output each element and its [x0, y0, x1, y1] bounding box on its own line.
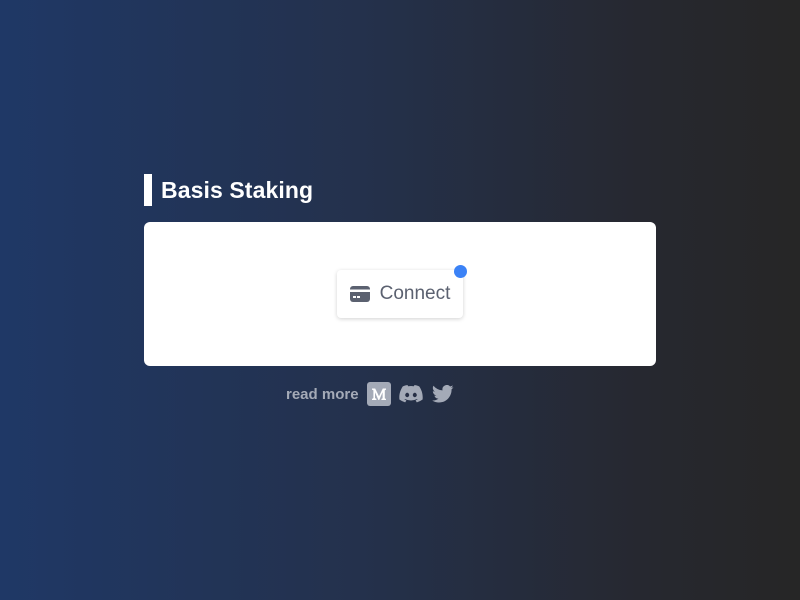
medium-icon[interactable] [366, 382, 391, 406]
connect-label: Connect [379, 283, 451, 304]
twitter-icon[interactable] [431, 382, 455, 406]
wallet-card-icon [349, 286, 370, 302]
footer-links: read more [286, 382, 463, 406]
connect-button[interactable]: Connect [337, 270, 463, 318]
notification-dot [454, 265, 467, 278]
page-header: Basis Staking [144, 174, 313, 206]
read-more-label: read more [286, 385, 359, 403]
page-title: Basis Staking [161, 176, 314, 203]
connect-card: Connect [144, 222, 656, 366]
title-accent-bar [144, 174, 152, 206]
discord-icon[interactable] [398, 382, 423, 406]
